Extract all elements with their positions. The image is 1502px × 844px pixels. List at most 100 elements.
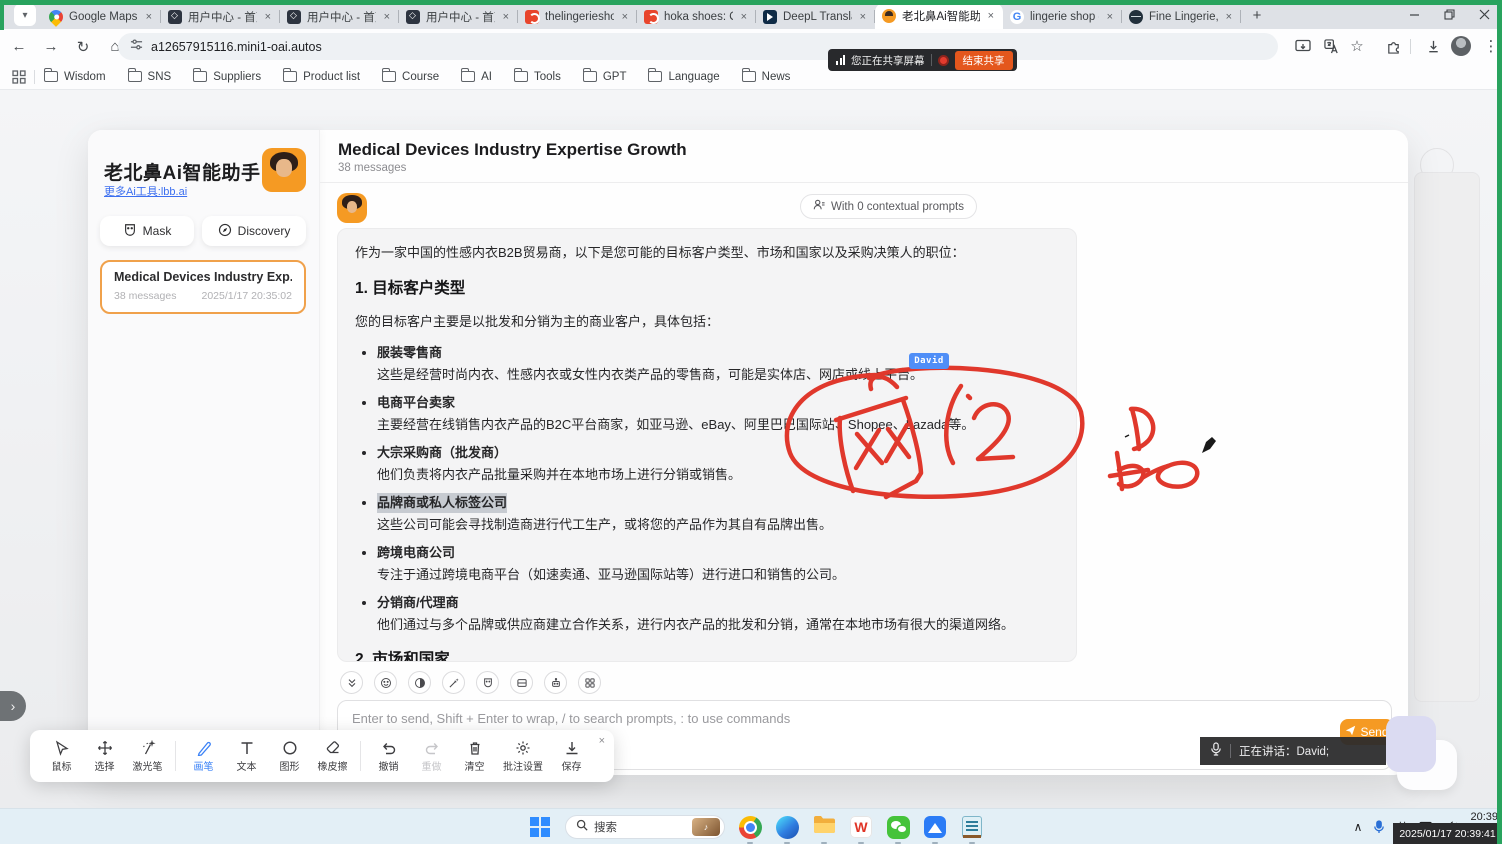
tool-clear[interactable]: 清空 — [453, 740, 496, 773]
bookmark-star-icon[interactable]: ☆ — [1344, 33, 1370, 59]
datetime-tooltip: 2025/01/17 20:39:41 — [1393, 823, 1502, 844]
tool-select[interactable]: 选择 — [83, 740, 126, 773]
taskbar-file-explorer[interactable] — [812, 815, 836, 839]
contextual-prompts-pill[interactable]: With 0 contextual prompts — [800, 194, 977, 219]
tool-eraser[interactable]: 橡皮擦 — [311, 740, 354, 773]
tool-laser-pen[interactable]: 激光笔 — [126, 740, 169, 773]
taskbar-meeting-app[interactable] — [923, 815, 947, 839]
taskbar: 搜索 ♪ W ∧ 英 20:39 — [0, 808, 1502, 844]
url-bar[interactable]: a12657915116.mini1-oai.autos — [118, 33, 1278, 60]
theme-icon[interactable] — [408, 671, 431, 694]
toolbar-separator — [360, 741, 361, 771]
tab-close-icon[interactable]: × — [858, 11, 868, 23]
search-highlight-image: ♪ — [692, 818, 720, 836]
tab-close-icon[interactable]: × — [1105, 11, 1115, 23]
screen-share-banner: 您正在共享屏幕 结束共享 — [828, 49, 1017, 71]
emoji-icon[interactable] — [374, 671, 397, 694]
tool-pen-active[interactable]: 画笔 — [182, 740, 225, 773]
tool-mouse[interactable]: 鼠标 — [40, 740, 83, 773]
taskbar-wps[interactable]: W — [849, 815, 873, 839]
url-text: a12657915116.mini1-oai.autos — [151, 40, 322, 54]
deepl-favicon — [763, 10, 777, 24]
taskbar-notepad[interactable] — [960, 815, 984, 839]
share-banner-text: 您正在共享屏幕 — [851, 53, 925, 68]
bookmark-gpt[interactable]: GPT — [583, 71, 627, 83]
tab-close-icon[interactable]: × — [1224, 11, 1234, 23]
bookmark-suppliers[interactable]: Suppliers — [193, 71, 261, 83]
tab-lingerie-search[interactable]: G lingerie shop - G × — [1003, 4, 1122, 29]
tab-close-icon[interactable]: × — [986, 10, 996, 22]
clear-context-icon[interactable] — [510, 671, 533, 694]
tab-user-center-3[interactable]: 用户中心 - 首页 × — [399, 4, 518, 29]
profile-avatar[interactable] — [1448, 33, 1474, 59]
tab-user-center-2[interactable]: 用户中心 - 首页 × — [280, 4, 399, 29]
new-tab-button[interactable]: + — [1245, 3, 1269, 27]
prompt-wand-icon[interactable] — [442, 671, 465, 694]
google-favicon: G — [1010, 10, 1024, 24]
bookmarks-separator — [34, 70, 35, 84]
tab-close-icon[interactable]: × — [263, 11, 273, 23]
bookmark-wisdom[interactable]: Wisdom — [44, 71, 106, 83]
chat-subtitle: 38 messages — [338, 162, 406, 174]
floating-widget-purple[interactable] — [1386, 716, 1436, 772]
list-item: 跨境电商公司专注于通过跨境电商平台（如速卖通、亚马逊国际站等）进行进口和销售的公… — [377, 543, 1059, 584]
bookmark-tools[interactable]: Tools — [514, 71, 561, 83]
extensions-icon[interactable] — [1380, 33, 1406, 59]
plugins-grid-icon[interactable] — [578, 671, 601, 694]
mask-button[interactable]: Mask — [100, 216, 194, 246]
toolbar-close-icon[interactable]: × — [599, 735, 605, 747]
folder-icon — [461, 71, 475, 82]
bookmark-course[interactable]: Course — [382, 71, 439, 83]
back-button[interactable]: ← — [6, 34, 32, 60]
tool-save[interactable]: 保存 — [550, 740, 593, 773]
download-icon[interactable] — [1420, 33, 1446, 59]
bookmark-news[interactable]: News — [742, 71, 791, 83]
browser-toolbar: ← → ↻ ⌂ a12657915116.mini1-oai.autos ☆ ⋮ — [0, 29, 1502, 64]
stop-sharing-button[interactable]: 结束共享 — [955, 51, 1013, 70]
tab-ai-assistant-active[interactable]: 老北鼻Ai智能助手 × — [875, 3, 1003, 29]
tab-user-center-1[interactable]: 用户中心 - 首页 × — [161, 4, 280, 29]
taskbar-wechat[interactable] — [886, 815, 910, 839]
tab-google-maps[interactable]: Google Maps × — [42, 4, 161, 29]
tab-fine-lingerie[interactable]: Fine Lingerie, Sle × — [1122, 4, 1241, 29]
scroll-down-icon[interactable] — [340, 671, 363, 694]
tab-close-icon[interactable]: × — [620, 11, 630, 23]
tab-close-icon[interactable]: × — [739, 11, 749, 23]
start-button[interactable] — [528, 815, 552, 839]
tray-chevron-icon[interactable]: ∧ — [1354, 820, 1363, 834]
translate-icon[interactable] — [1318, 33, 1344, 59]
tool-text[interactable]: 文本 — [225, 740, 268, 773]
more-tools-link[interactable]: 更多Ai工具:lbb.ai — [104, 183, 187, 199]
tray-microphone-icon[interactable] — [1373, 820, 1385, 834]
taskbar-search[interactable]: 搜索 ♪ — [565, 815, 725, 839]
tab-deepl[interactable]: DeepL Translate: × — [756, 4, 875, 29]
mask-small-icon[interactable] — [476, 671, 499, 694]
bookmark-sns[interactable]: SNS — [128, 71, 172, 83]
tab-close-icon[interactable]: × — [501, 11, 511, 23]
windows-logo-icon — [530, 817, 550, 837]
discovery-button[interactable]: Discovery — [202, 216, 306, 246]
taskbar-edge[interactable] — [775, 815, 799, 839]
bookmark-product-list[interactable]: Product list — [283, 71, 360, 83]
cast-icon[interactable] — [1290, 33, 1316, 59]
tool-undo[interactable]: 撤销 — [367, 740, 410, 773]
forward-button[interactable]: → — [38, 34, 64, 60]
annotation-toolbar: 鼠标 选择 激光笔 画笔 文本 图形 橡皮擦 撤销 — [30, 730, 614, 782]
chat-list-item-selected[interactable]: Medical Devices Industry Exp... 38 messa… — [100, 260, 306, 314]
user-center-favicon — [287, 10, 301, 24]
reload-button[interactable]: ↻ — [70, 34, 96, 60]
tab-close-icon[interactable]: × — [144, 11, 154, 23]
tool-annotation-settings[interactable]: 批注设置 — [496, 740, 550, 773]
bookmark-ai[interactable]: AI — [461, 71, 492, 83]
tab-close-icon[interactable]: × — [382, 11, 392, 23]
model-robot-icon[interactable] — [544, 671, 567, 694]
tab-search-button[interactable]: ▾ — [14, 4, 36, 26]
tool-shape[interactable]: 图形 — [268, 740, 311, 773]
bookmark-language[interactable]: Language — [648, 71, 719, 83]
apps-grid-icon[interactable] — [12, 70, 26, 84]
tab-thelingerieshop[interactable]: thelingerieshop × — [518, 4, 637, 29]
tab-hoka-shoes[interactable]: hoka shoes: Ove × — [637, 4, 756, 29]
taskbar-chrome[interactable] — [738, 815, 762, 839]
tray-clock[interactable]: 20:39 — [1470, 809, 1498, 824]
chevron-down-icon: ▾ — [22, 10, 27, 21]
